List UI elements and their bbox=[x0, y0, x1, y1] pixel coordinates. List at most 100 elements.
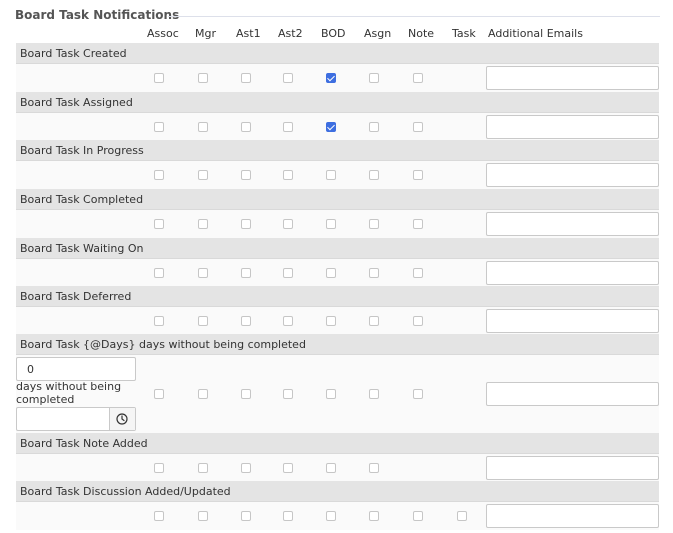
time-picker-button[interactable] bbox=[109, 408, 135, 430]
days-caption: days without being completed bbox=[16, 380, 122, 406]
row-label: Board Task Assigned bbox=[20, 96, 133, 109]
checkbox-board-task-assigned-mgr[interactable] bbox=[198, 122, 208, 132]
row-header-board-task-created: Board Task Created bbox=[16, 43, 659, 64]
checkbox-board-task-deferred-ast2[interactable] bbox=[283, 316, 293, 326]
checkbox-board-task-created-note[interactable] bbox=[413, 73, 423, 83]
checkbox-board-task-assigned-bod[interactable] bbox=[326, 122, 336, 132]
checkbox-board-task-note-added-ast2[interactable] bbox=[283, 463, 293, 473]
checkbox-board-task-assigned-ast1[interactable] bbox=[241, 122, 251, 132]
column-header-additional-emails: Additional Emails bbox=[488, 27, 583, 40]
checkbox-board-task-waiting-on-asgn[interactable] bbox=[369, 268, 379, 278]
checkbox-board-task-in-progress-ast2[interactable] bbox=[283, 170, 293, 180]
additional-emails-input-board-task-note-added[interactable] bbox=[486, 456, 659, 480]
checkbox-board-task-days-days-without-being-completed-ast2[interactable] bbox=[283, 389, 293, 399]
checkbox-board-task-note-added-bod[interactable] bbox=[326, 463, 336, 473]
checkbox-board-task-waiting-on-ast1[interactable] bbox=[241, 268, 251, 278]
checkbox-board-task-completed-note[interactable] bbox=[413, 219, 423, 229]
checkbox-board-task-in-progress-assoc[interactable] bbox=[154, 170, 164, 180]
additional-emails-input-board-task-in-progress[interactable] bbox=[486, 163, 659, 187]
checkbox-board-task-waiting-on-note[interactable] bbox=[413, 268, 423, 278]
checkbox-board-task-waiting-on-bod[interactable] bbox=[326, 268, 336, 278]
checkbox-board-task-created-asgn[interactable] bbox=[369, 73, 379, 83]
row-label: Board Task Completed bbox=[20, 193, 144, 206]
checkbox-board-task-days-days-without-being-completed-ast1[interactable] bbox=[241, 389, 251, 399]
checkbox-board-task-days-days-without-being-completed-note[interactable] bbox=[413, 389, 423, 399]
column-header-ast1: Ast1 bbox=[236, 27, 261, 40]
checkbox-board-task-waiting-on-ast2[interactable] bbox=[283, 268, 293, 278]
days-count-input[interactable]: 0 bbox=[16, 357, 136, 381]
checkbox-board-task-created-mgr[interactable] bbox=[198, 73, 208, 83]
row-label: Board Task Deferred bbox=[20, 290, 132, 303]
checkbox-board-task-completed-asgn[interactable] bbox=[369, 219, 379, 229]
checkbox-board-task-created-ast2[interactable] bbox=[283, 73, 293, 83]
checkbox-board-task-completed-mgr[interactable] bbox=[198, 219, 208, 229]
checkbox-board-task-completed-assoc[interactable] bbox=[154, 219, 164, 229]
checkbox-board-task-discussion-added-updated-bod[interactable] bbox=[326, 511, 336, 521]
checkbox-board-task-completed-bod[interactable] bbox=[326, 219, 336, 229]
checkbox-board-task-completed-ast1[interactable] bbox=[241, 219, 251, 229]
row-header-board-task-note-added: Board Task Note Added bbox=[16, 433, 659, 454]
section-title: Board Task Notifications bbox=[15, 8, 180, 22]
checkbox-board-task-discussion-added-updated-ast2[interactable] bbox=[283, 511, 293, 521]
additional-emails-input-board-task-days-days-without-being-completed[interactable] bbox=[486, 382, 659, 406]
additional-emails-input-board-task-completed[interactable] bbox=[486, 212, 659, 236]
checkbox-board-task-completed-ast2[interactable] bbox=[283, 219, 293, 229]
checkbox-board-task-waiting-on-assoc[interactable] bbox=[154, 268, 164, 278]
column-header-mgr: Mgr bbox=[195, 27, 216, 40]
checkbox-board-task-deferred-note[interactable] bbox=[413, 316, 423, 326]
checkbox-board-task-days-days-without-being-completed-mgr[interactable] bbox=[198, 389, 208, 399]
checkbox-board-task-assigned-assoc[interactable] bbox=[154, 122, 164, 132]
checkbox-board-task-created-assoc[interactable] bbox=[154, 73, 164, 83]
checkbox-board-task-deferred-ast1[interactable] bbox=[241, 316, 251, 326]
row-header-board-task-discussion-added-updated: Board Task Discussion Added/Updated bbox=[16, 481, 659, 502]
checkbox-board-task-waiting-on-mgr[interactable] bbox=[198, 268, 208, 278]
row-header-board-task-completed: Board Task Completed bbox=[16, 189, 659, 210]
additional-emails-input-board-task-waiting-on[interactable] bbox=[486, 261, 659, 285]
column-header-note: Note bbox=[408, 27, 435, 40]
checkbox-board-task-in-progress-asgn[interactable] bbox=[369, 170, 379, 180]
checkbox-board-task-in-progress-bod[interactable] bbox=[326, 170, 336, 180]
checkbox-board-task-days-days-without-being-completed-assoc[interactable] bbox=[154, 389, 164, 399]
column-header-asgn: Asgn bbox=[364, 27, 392, 40]
row-label: Board Task Discussion Added/Updated bbox=[20, 485, 231, 498]
checkbox-board-task-created-bod[interactable] bbox=[326, 73, 336, 83]
checkbox-board-task-note-added-ast1[interactable] bbox=[241, 463, 251, 473]
time-input[interactable] bbox=[16, 407, 136, 431]
checkbox-board-task-discussion-added-updated-asgn[interactable] bbox=[369, 511, 379, 521]
checkbox-board-task-assigned-ast2[interactable] bbox=[283, 122, 293, 132]
checkbox-board-task-deferred-mgr[interactable] bbox=[198, 316, 208, 326]
row-header-board-task-days-days-without-being-completed: Board Task {@Days} days without being co… bbox=[16, 334, 659, 355]
title-divider bbox=[168, 16, 660, 17]
checkbox-board-task-in-progress-mgr[interactable] bbox=[198, 170, 208, 180]
days-count-value: 0 bbox=[27, 363, 34, 376]
checkbox-board-task-discussion-added-updated-assoc[interactable] bbox=[154, 511, 164, 521]
checkbox-board-task-in-progress-note[interactable] bbox=[413, 170, 423, 180]
additional-emails-input-board-task-assigned[interactable] bbox=[486, 115, 659, 139]
row-label: Board Task Note Added bbox=[20, 437, 148, 450]
additional-emails-input-board-task-discussion-added-updated[interactable] bbox=[486, 504, 659, 528]
column-header-ast2: Ast2 bbox=[278, 27, 303, 40]
checkbox-board-task-days-days-without-being-completed-bod[interactable] bbox=[326, 389, 336, 399]
checkbox-board-task-in-progress-ast1[interactable] bbox=[241, 170, 251, 180]
checkbox-board-task-deferred-asgn[interactable] bbox=[369, 316, 379, 326]
checkbox-board-task-discussion-added-updated-mgr[interactable] bbox=[198, 511, 208, 521]
checkbox-board-task-note-added-mgr[interactable] bbox=[198, 463, 208, 473]
checkbox-board-task-assigned-asgn[interactable] bbox=[369, 122, 379, 132]
checkbox-board-task-deferred-bod[interactable] bbox=[326, 316, 336, 326]
checkbox-board-task-deferred-assoc[interactable] bbox=[154, 316, 164, 326]
row-header-board-task-waiting-on: Board Task Waiting On bbox=[16, 238, 659, 259]
additional-emails-input-board-task-created[interactable] bbox=[486, 66, 659, 90]
row-header-board-task-assigned: Board Task Assigned bbox=[16, 92, 659, 113]
checkbox-board-task-note-added-asgn[interactable] bbox=[369, 463, 379, 473]
checkbox-board-task-discussion-added-updated-ast1[interactable] bbox=[241, 511, 251, 521]
checkbox-board-task-days-days-without-being-completed-asgn[interactable] bbox=[369, 389, 379, 399]
row-label: Board Task {@Days} days without being co… bbox=[20, 338, 306, 351]
row-label: Board Task Waiting On bbox=[20, 242, 144, 255]
board-task-notifications-panel: Board Task Notifications Assoc Mgr Ast1 … bbox=[0, 0, 673, 533]
additional-emails-input-board-task-deferred[interactable] bbox=[486, 309, 659, 333]
checkbox-board-task-created-ast1[interactable] bbox=[241, 73, 251, 83]
checkbox-board-task-note-added-assoc[interactable] bbox=[154, 463, 164, 473]
checkbox-board-task-discussion-added-updated-task[interactable] bbox=[457, 511, 467, 521]
checkbox-board-task-assigned-note[interactable] bbox=[413, 122, 423, 132]
checkbox-board-task-discussion-added-updated-note[interactable] bbox=[413, 511, 423, 521]
